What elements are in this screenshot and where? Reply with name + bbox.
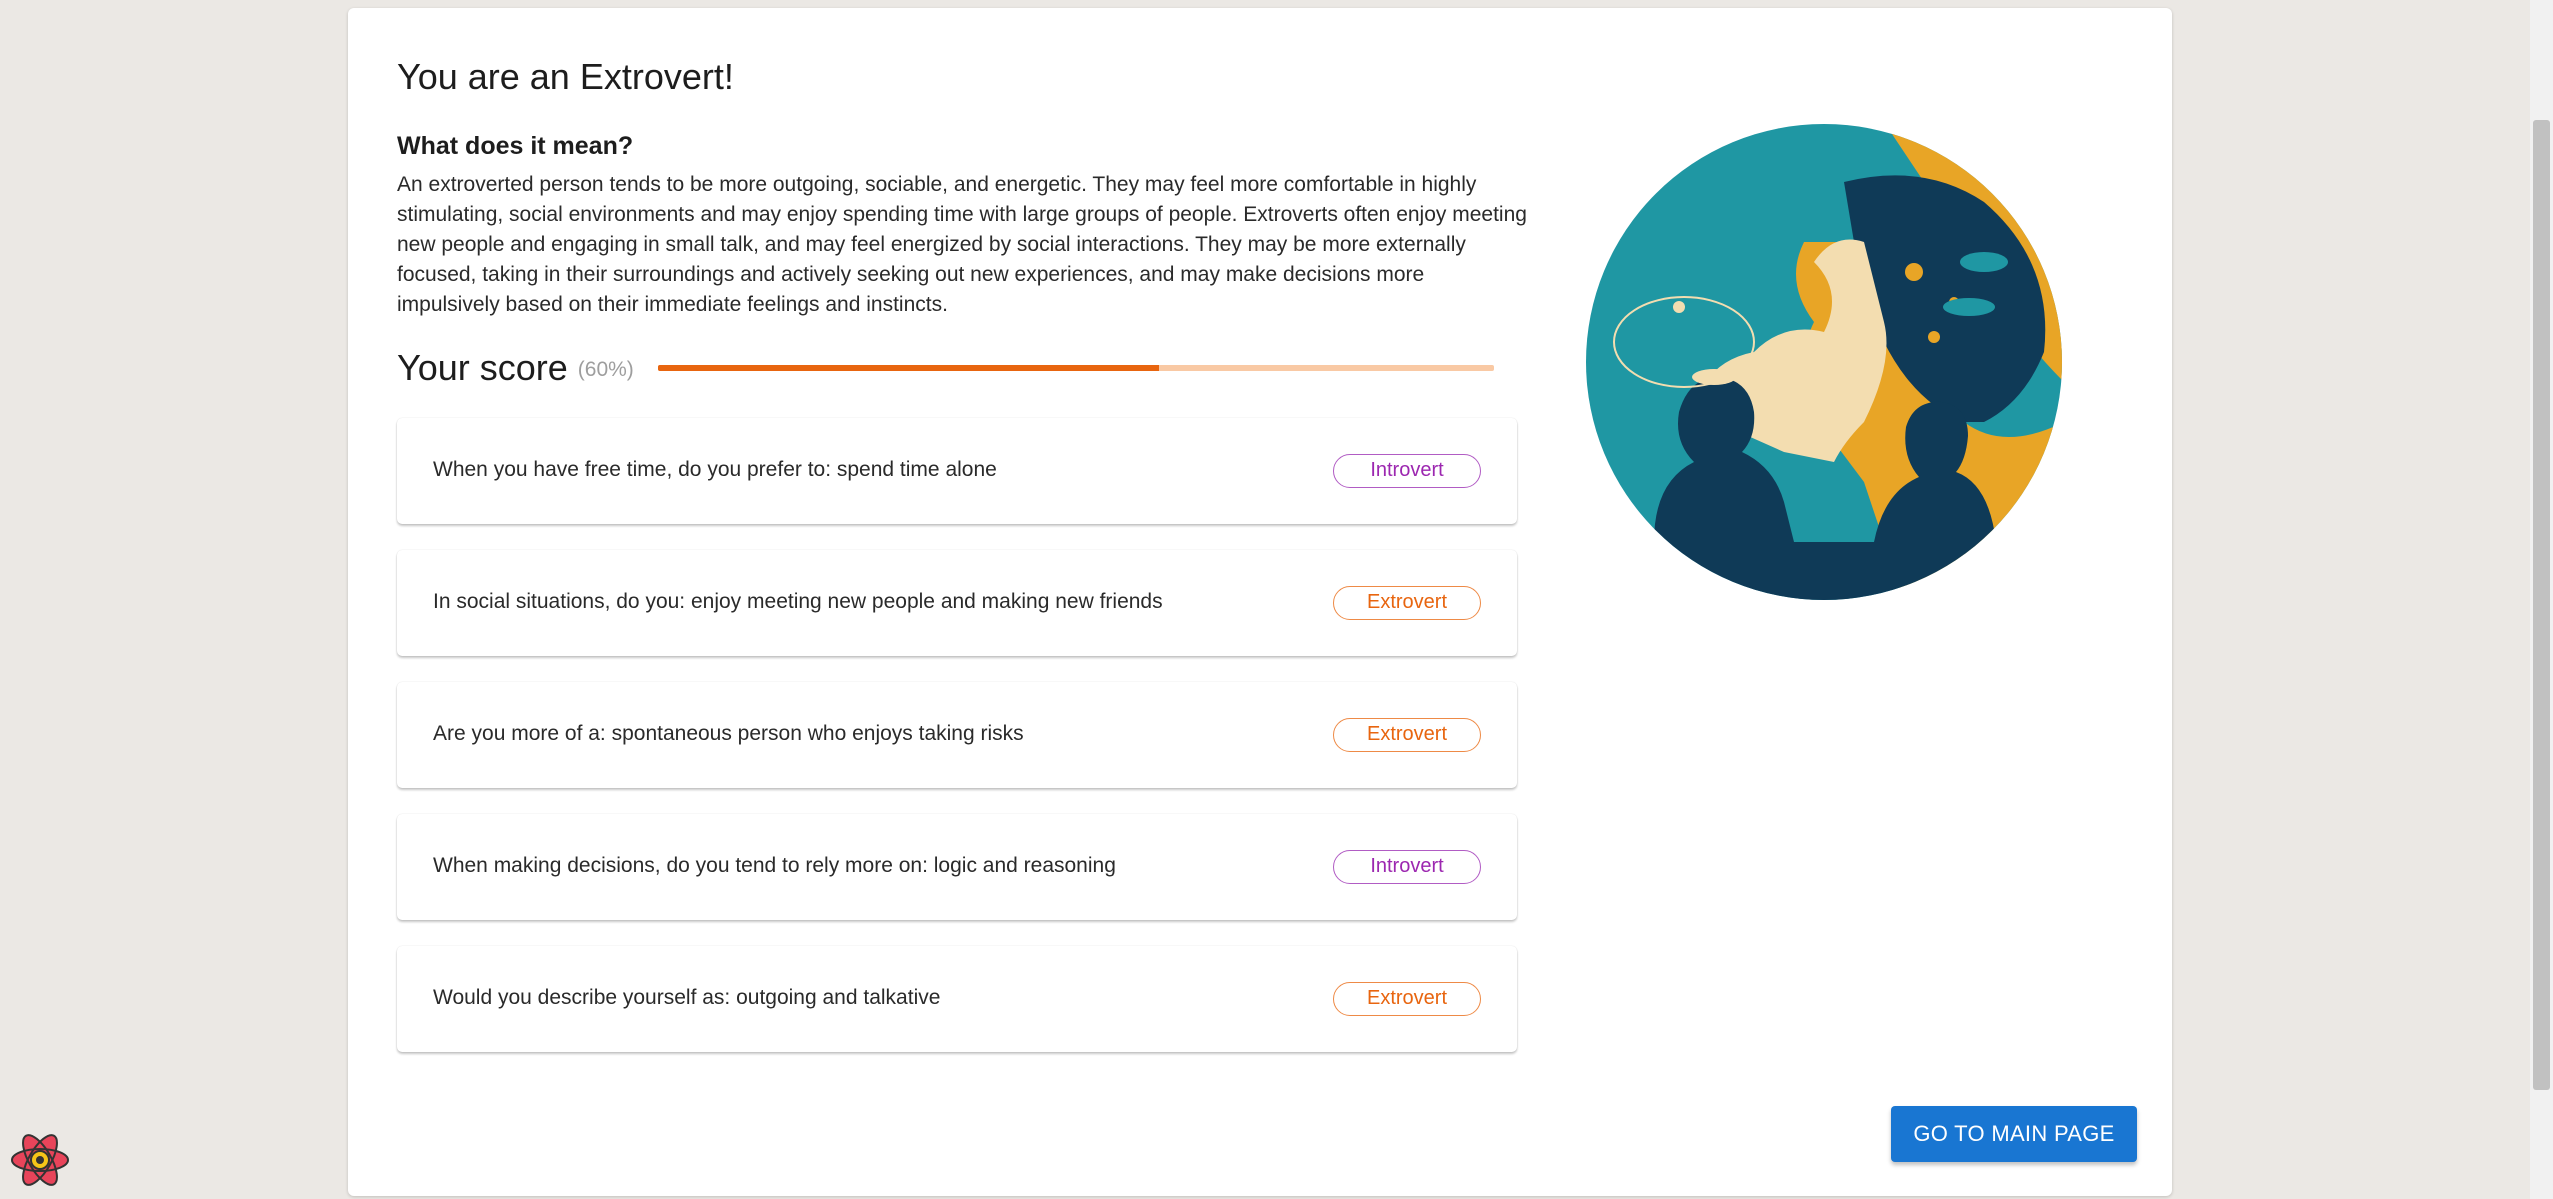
scrollbar-thumb[interactable] — [2533, 120, 2550, 1090]
score-progress-bar — [657, 365, 1494, 371]
react-devtools-icon[interactable] — [8, 1128, 72, 1192]
answer-tag-extrovert: Extrovert — [1333, 982, 1481, 1016]
answer-tag-introvert: Introvert — [1333, 850, 1481, 884]
score-label: Your score — [397, 347, 568, 388]
result-card: You are an Extrovert! What does it mean?… — [348, 8, 2172, 1196]
answer-tag-extrovert: Extrovert — [1333, 718, 1481, 752]
two-people-conversation-illustration — [1586, 124, 2062, 600]
page-scrollbar[interactable] — [2530, 0, 2553, 1199]
result-title: You are an Extrovert! — [397, 56, 734, 97]
answer-text: Are you more of a: spontaneous person wh… — [433, 722, 1024, 745]
answers-list: When you have free time, do you prefer t… — [397, 418, 1517, 1078]
answer-card: When making decisions, do you tend to re… — [397, 814, 1517, 920]
answer-text: When making decisions, do you tend to re… — [433, 854, 1116, 877]
go-to-main-page-button[interactable]: GO TO MAIN PAGE — [1891, 1106, 2137, 1162]
score-progress-fill — [657, 365, 1160, 371]
answer-card: Would you describe yourself as: outgoing… — [397, 946, 1517, 1052]
result-subtitle: What does it mean? — [397, 132, 634, 160]
score-row: Your score (60%) — [397, 343, 1517, 393]
answer-card: When you have free time, do you prefer t… — [397, 418, 1517, 524]
result-description: An extroverted person tends to be more o… — [397, 173, 1527, 316]
answer-text: When you have free time, do you prefer t… — [433, 458, 997, 481]
answer-tag-extrovert: Extrovert — [1333, 586, 1481, 620]
answer-tag-introvert: Introvert — [1333, 454, 1481, 488]
score-percent: (60%) — [577, 358, 634, 381]
answer-text: In social situations, do you: enjoy meet… — [433, 590, 1163, 613]
answer-text: Would you describe yourself as: outgoing… — [433, 986, 941, 1009]
answer-card: Are you more of a: spontaneous person wh… — [397, 682, 1517, 788]
answer-card: In social situations, do you: enjoy meet… — [397, 550, 1517, 656]
